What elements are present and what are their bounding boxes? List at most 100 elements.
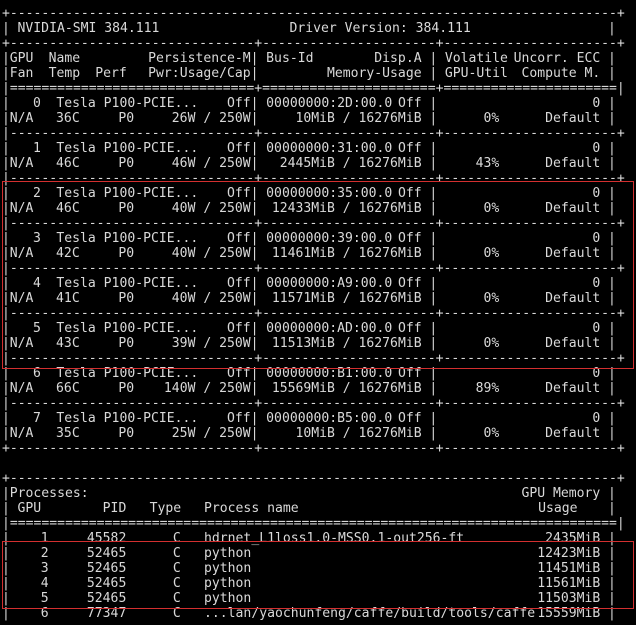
- gpu-compute: Default: [545, 426, 601, 441]
- col-fan: Fan: [9, 66, 34, 81]
- process-memory: 12423MiB: [537, 546, 601, 561]
- gpu-power: 140W / 250W: [163, 381, 251, 396]
- col-gpu-util: GPU-Util: [444, 66, 508, 81]
- gpu-bus-id: 00000000:2D:00.0: [266, 96, 393, 111]
- gpu-row: | | | | 2 Tesla P100-PCIE... Off 00000000:35:00…: [2, 186, 634, 201]
- column-separator: |: [608, 321, 616, 336]
- col-gpu: GPU: [9, 51, 34, 66]
- process-row: | | 1 45582 Chdrnet_L1loss1.0-MSS0.1-out256-…: [2, 531, 634, 546]
- process-type: C: [172, 606, 181, 621]
- column-separator: |: [2, 111, 10, 126]
- gpu-perf: P0: [118, 156, 135, 171]
- gpu-perf: P0: [118, 111, 135, 126]
- process-gpu: 2: [40, 546, 49, 561]
- column-separator: |: [250, 411, 259, 426]
- gpu-name: Tesla P100-PCIE...: [56, 186, 199, 201]
- column-separator: |: [250, 201, 259, 216]
- column-separator: |: [608, 291, 616, 306]
- column-separator: |: [608, 381, 616, 396]
- process-type: C: [172, 546, 181, 561]
- column-header-row-2: | | | | Fan Temp Perf Pwr:Usage/Cap Memory-Usage…: [2, 66, 634, 81]
- column-separator: |: [429, 141, 438, 156]
- column-separator: |: [608, 426, 616, 441]
- column-header-row-1: | | | | GPU Name Persistence-M Bus-Id Disp.A Vola…: [2, 51, 634, 66]
- gpu-divider-glyphs: |-------------------------------+-------…: [2, 216, 625, 231]
- smi-header-line: | | NVIDIA-SMI 384.111 Driver Version: 384.…: [2, 21, 634, 36]
- gpu-compute: Default: [545, 201, 601, 216]
- col-memory-usage: Memory-Usage: [326, 66, 422, 81]
- column-separator: |: [2, 291, 10, 306]
- terminal-window: +---------------------------------------…: [2, 6, 634, 621]
- gpu-disp: Off: [397, 96, 422, 111]
- gpu-power: 40W / 250W: [171, 291, 251, 306]
- gpu-fan: N/A: [9, 201, 34, 216]
- gpu-name: Tesla P100-PCIE...: [56, 231, 199, 246]
- gpu-row: | | | | 0 Tesla P100-PCIE... Off 00000000:2D:00…: [2, 96, 634, 111]
- process-memory: 11561MiB: [537, 576, 601, 591]
- column-separator: |: [250, 291, 259, 306]
- gpu-row: | | | | 3 Tesla P100-PCIE... Off 00000000:39:00…: [2, 231, 634, 246]
- column-separator: |: [250, 426, 259, 441]
- gpu-temp: 46C: [56, 201, 80, 216]
- process-pid: 52465: [86, 591, 127, 606]
- gpu-memory: 15569MiB / 16276MiB: [271, 381, 422, 396]
- gpu-divider-glyphs: |-------------------------------+-------…: [2, 396, 625, 411]
- gpu-persistence: Off: [226, 411, 251, 426]
- column-separator: |: [429, 321, 438, 336]
- column-separator: |: [608, 231, 616, 246]
- column-separator: |: [2, 591, 10, 606]
- col-proc-pid: PID: [102, 501, 127, 516]
- gpu-disp: Off: [397, 141, 422, 156]
- gpu-perf: P0: [118, 246, 135, 261]
- process-pid: 77347: [86, 606, 127, 621]
- gpu-memory: 11461MiB / 16276MiB: [271, 246, 422, 261]
- gpu-ecc: 0: [592, 366, 601, 381]
- column-separator: |: [2, 381, 10, 396]
- gpu-bus-id: 00000000:39:00.0: [266, 231, 393, 246]
- column-separator: |: [2, 411, 10, 426]
- column-separator: |: [429, 66, 438, 81]
- column-separator: |: [250, 366, 259, 381]
- gpu-persistence: Off: [226, 231, 251, 246]
- gpu-bus-id: 00000000:A9:00.0: [266, 276, 393, 291]
- gpu-temp: 42C: [56, 246, 80, 261]
- process-row: | | 5 52465 Cpython 11503MiB: [2, 591, 634, 606]
- smi-version: NVIDIA-SMI 384.111: [17, 21, 160, 36]
- gpu-persistence: Off: [226, 366, 251, 381]
- top-border: +---------------------------------------…: [2, 6, 634, 21]
- gpu-persistence: Off: [226, 96, 251, 111]
- column-separator: |: [608, 156, 616, 171]
- gpu-ecc: 0: [592, 411, 601, 426]
- column-separator: |: [608, 96, 616, 111]
- gpu-perf: P0: [118, 336, 135, 351]
- gpu-compute: Default: [545, 291, 601, 306]
- gpu-divider: |-------------------------------+-------…: [2, 171, 634, 186]
- gpu-index: 5: [32, 321, 41, 336]
- process-row: | | 6 77347 C ...lan/yaochunfeng/caffe/build/…: [2, 606, 634, 621]
- column-separator: |: [608, 501, 616, 516]
- gpu-divider: |-------------------------------+-------…: [2, 351, 634, 366]
- process-pid: 52465: [86, 561, 127, 576]
- gpu-memory: 12433MiB / 16276MiB: [271, 201, 422, 216]
- column-separator: |: [250, 66, 259, 81]
- process-gpu: 5: [40, 591, 49, 606]
- gpu-index: 0: [32, 96, 41, 111]
- gpu-divider-glyphs: |-------------------------------+-------…: [2, 306, 625, 321]
- process-pid: 52465: [86, 576, 127, 591]
- col-disp-a: Disp.A: [374, 51, 422, 66]
- column-separator: |: [429, 186, 438, 201]
- gpu-divider-glyphs: |-------------------------------+-------…: [2, 171, 625, 186]
- gpu-temp: 41C: [56, 291, 80, 306]
- gpu-power: 46W / 250W: [171, 156, 251, 171]
- gpu-temp: 66C: [56, 381, 80, 396]
- gpu-perf: P0: [118, 426, 135, 441]
- process-gpu: 1: [40, 531, 49, 546]
- process-memory: 11451MiB: [537, 561, 601, 576]
- column-separator: |: [2, 336, 10, 351]
- column-separator: |: [608, 201, 616, 216]
- col-volatile: Volatile: [444, 51, 508, 66]
- gpu-divider: |-------------------------------+-------…: [2, 216, 634, 231]
- gpu-name: Tesla P100-PCIE...: [56, 321, 199, 336]
- gpu-temp: 46C: [56, 156, 80, 171]
- gpu-row: | | | | 5 Tesla P100-PCIE... Off 00000000:AD:00…: [2, 321, 634, 336]
